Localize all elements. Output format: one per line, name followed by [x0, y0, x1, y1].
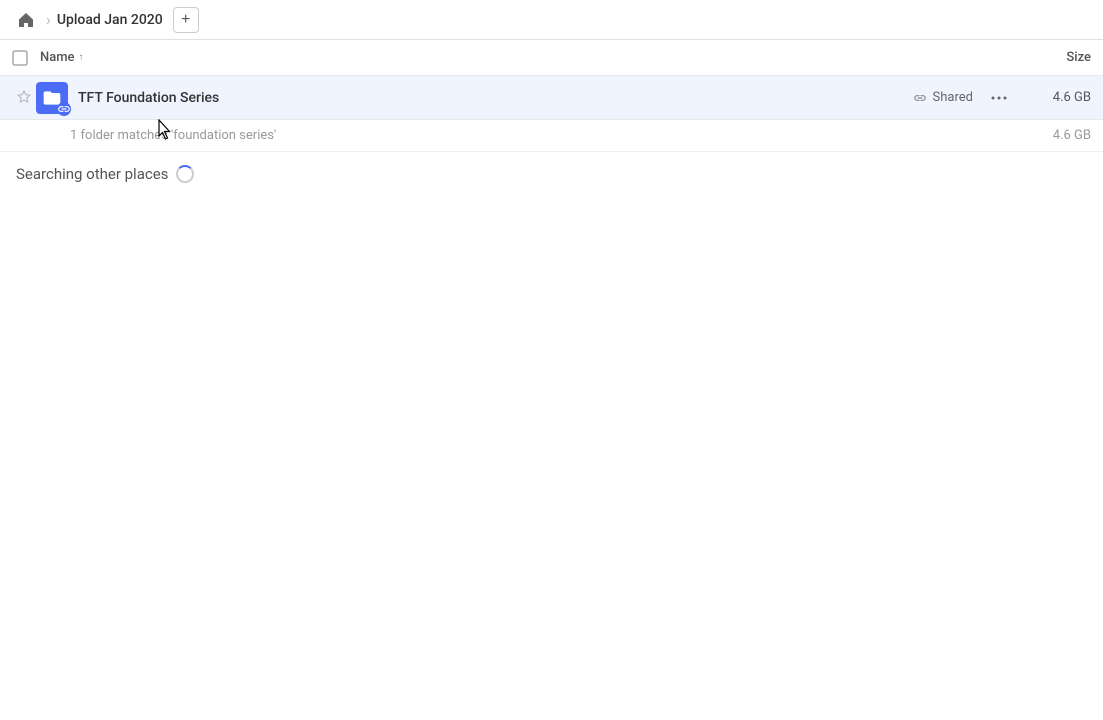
shared-overlay-icon — [57, 102, 71, 116]
breadcrumb-label: Upload Jan 2020 — [57, 12, 163, 28]
add-button[interactable]: + — [173, 7, 199, 33]
file-size: 4.6 GB — [1021, 90, 1091, 105]
file-name: TFT Foundation Series — [78, 90, 913, 106]
searching-label: Searching other places — [16, 165, 168, 183]
loading-spinner — [176, 165, 194, 183]
star-button[interactable] — [12, 90, 36, 106]
summary-row: 1 folder matches 'foundation series' 4.6… — [0, 120, 1103, 152]
header-bar: › Upload Jan 2020 + — [0, 0, 1103, 40]
link-icon — [913, 91, 927, 105]
size-column-header[interactable]: Size — [1011, 50, 1091, 65]
sort-arrow-icon: ↑ — [79, 52, 84, 63]
column-headers: Name ↑ Size — [0, 40, 1103, 76]
shared-section: Shared — [913, 90, 973, 105]
summary-size: 4.6 GB — [1021, 128, 1091, 143]
file-row[interactable]: TFT Foundation Series Shared 4.6 GB — [0, 76, 1103, 120]
home-button[interactable] — [12, 6, 40, 34]
more-icon — [991, 96, 1007, 100]
shared-label: Shared — [933, 90, 973, 105]
name-column-header[interactable]: Name ↑ — [40, 50, 1011, 65]
searching-row: Searching other places — [0, 152, 1103, 196]
folder-icon — [36, 82, 68, 114]
more-options-button[interactable] — [985, 84, 1013, 112]
select-all-checkbox[interactable] — [12, 50, 40, 66]
breadcrumb-separator: › — [46, 10, 51, 29]
summary-text: 1 folder matches 'foundation series' — [70, 128, 1021, 143]
